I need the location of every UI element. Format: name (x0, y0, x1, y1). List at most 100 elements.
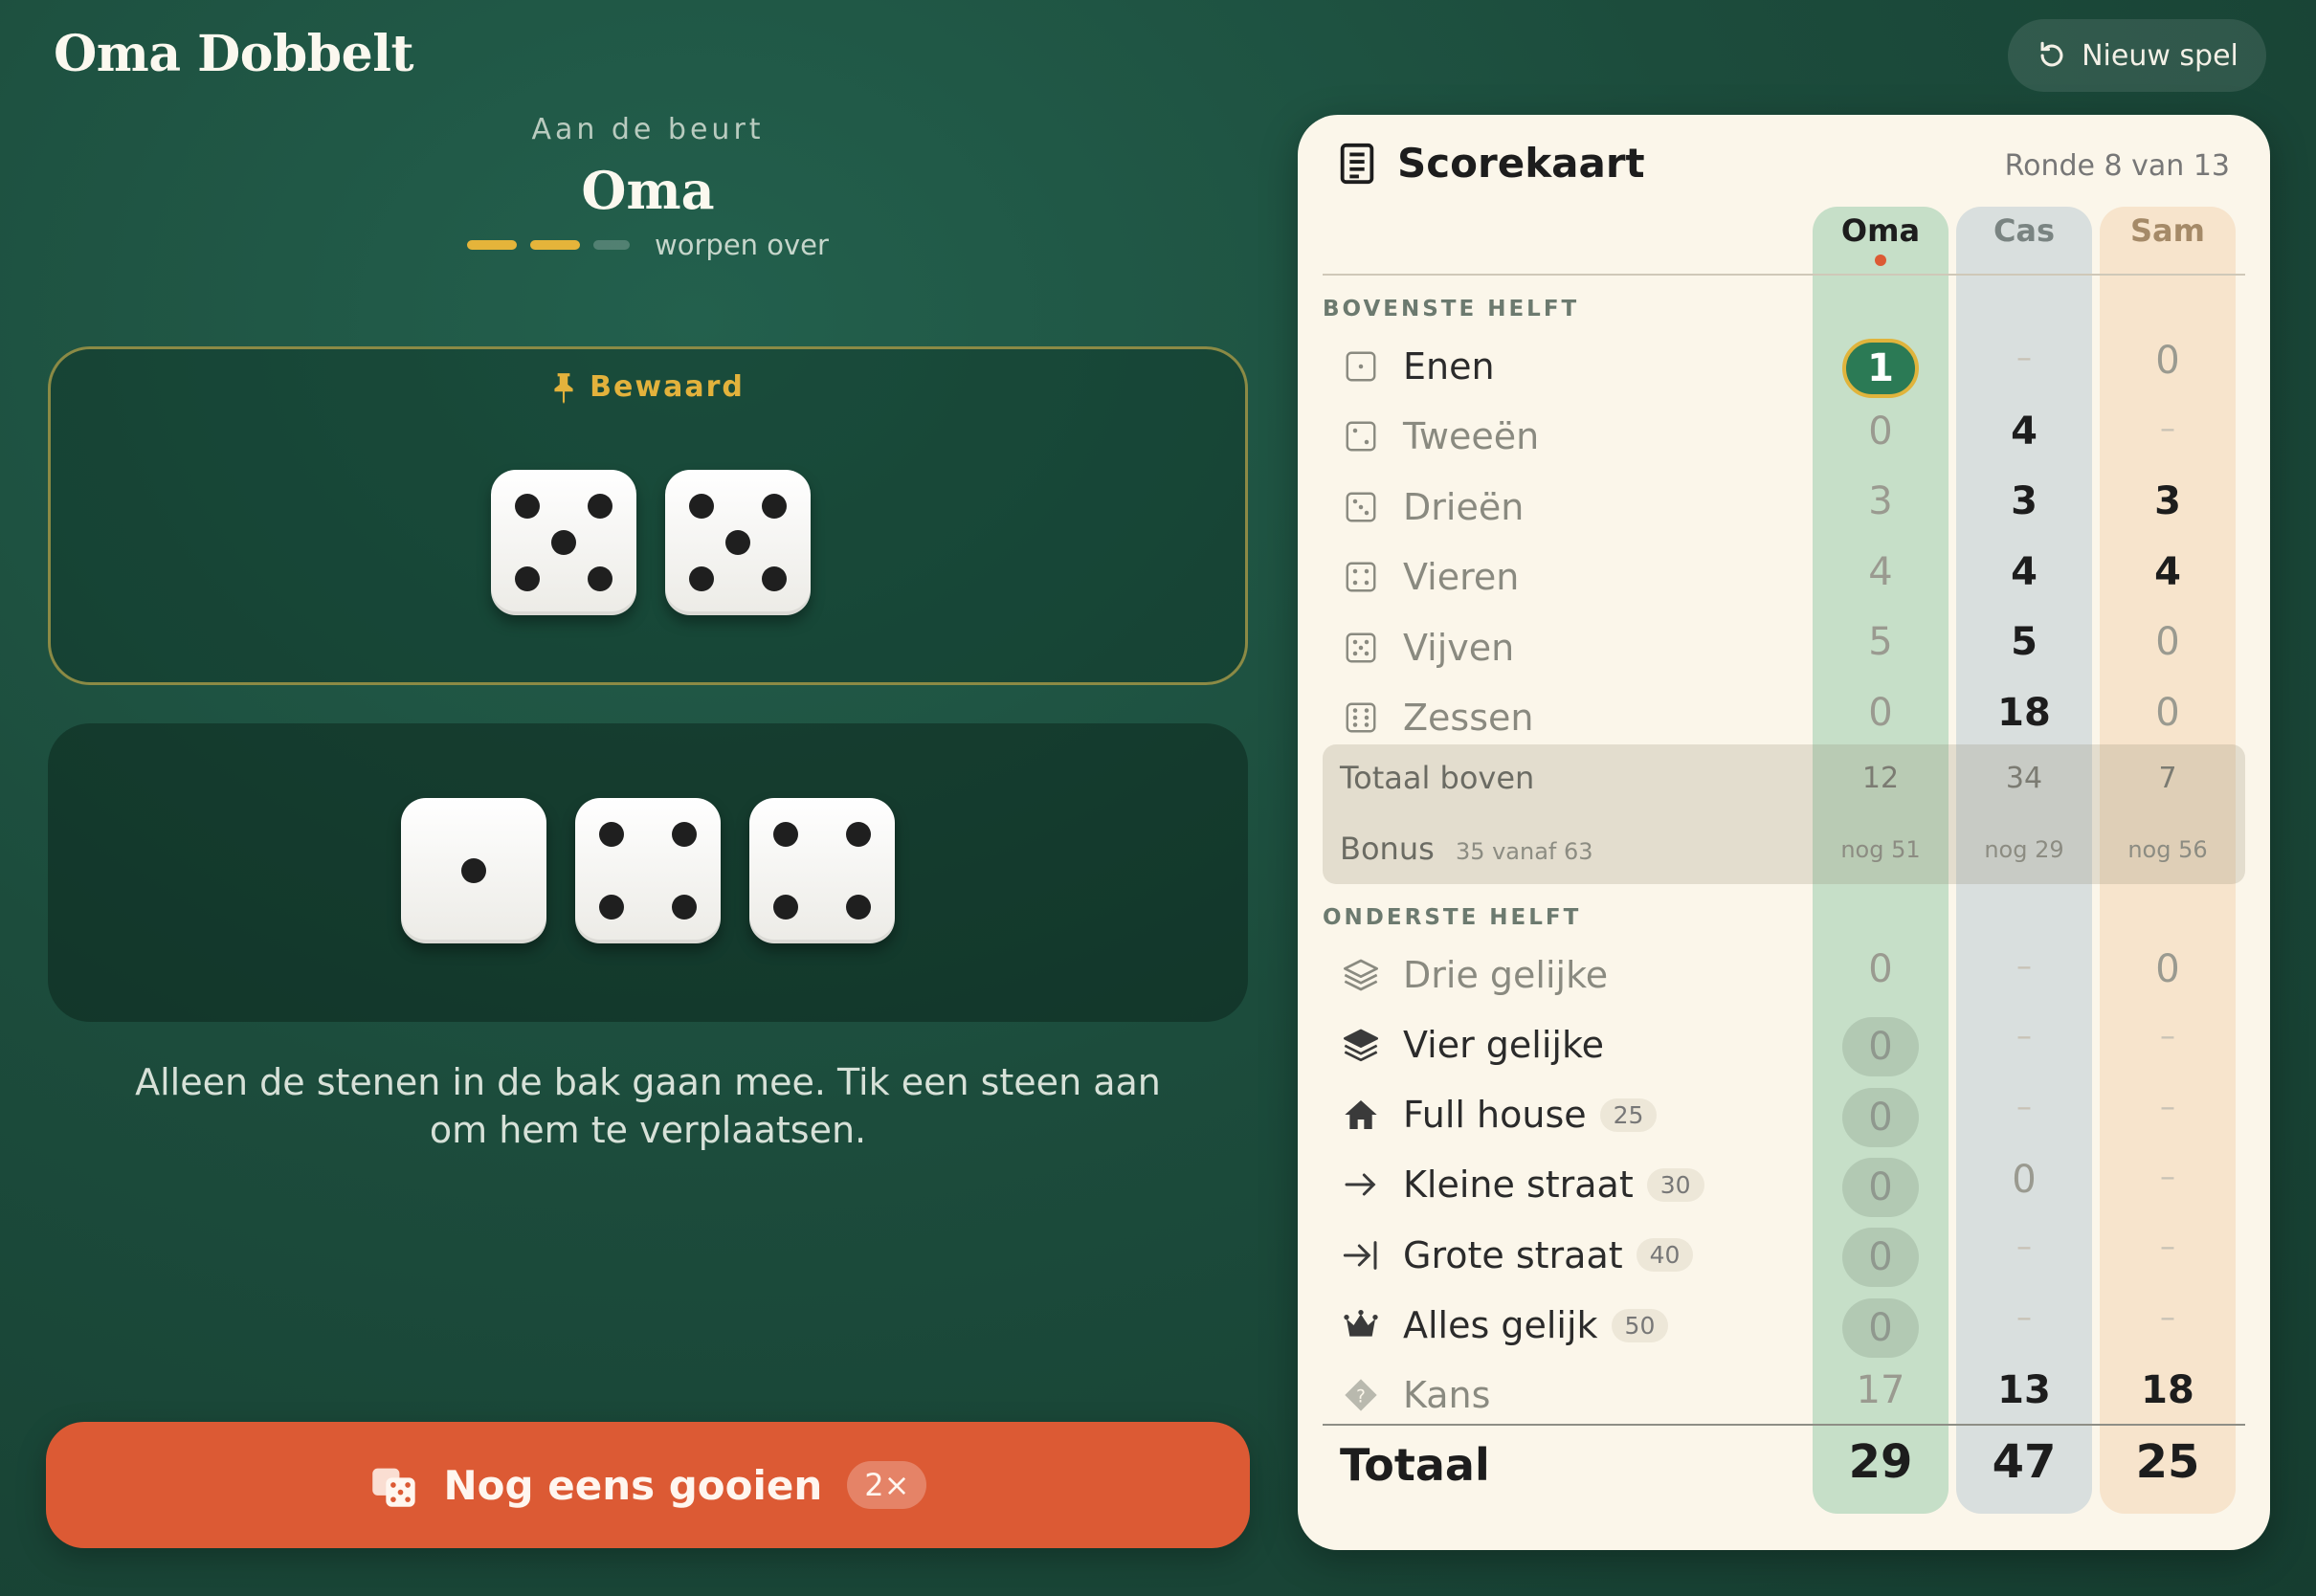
score-cell-oma[interactable]: 1 (1813, 339, 1949, 398)
score-cell-sam: – (2160, 409, 2175, 446)
points-badge: 30 (1646, 1167, 1704, 1202)
new-game-button[interactable]: Nieuw spel (2008, 19, 2266, 92)
category-name: Full house (1403, 1094, 1587, 1137)
die-three-icon (1340, 486, 1382, 528)
die-pip (672, 822, 697, 847)
score-cell-oma: 0 (1868, 947, 1893, 991)
score-cell-sam: – (2160, 1228, 2175, 1265)
score-cell-cas: 18 (1997, 690, 2051, 735)
player-header-cas: Cas (1993, 212, 2056, 249)
score-cell-cas: 4 (2011, 549, 2038, 594)
active-player-dot (1875, 255, 1886, 266)
score-cell-oma[interactable]: 0 (1813, 1087, 1949, 1147)
upper-total-oma: 12 (1861, 762, 1900, 795)
dice-icon (371, 1468, 415, 1507)
score-cell-sam: 0 (2155, 947, 2180, 991)
turn-indicator: Aan de beurt Oma worpen over (46, 113, 1250, 261)
score-cell-sam: 0 (2155, 339, 2180, 383)
score-cell-sam: – (2160, 1087, 2175, 1124)
die-pip (461, 858, 486, 883)
player-header-oma: Oma (1840, 212, 1921, 249)
die-pip (599, 895, 624, 920)
roll-label: Nog eens gooien (443, 1461, 823, 1509)
player-header-sam: Sam (2130, 212, 2205, 249)
score-cell-cas: – (2016, 1017, 2032, 1054)
score-cell-oma[interactable]: 0 (1813, 1297, 1949, 1358)
die-pip (762, 566, 787, 591)
held-dice-area[interactable]: Bewaard (48, 346, 1248, 685)
score-option[interactable]: 0 (1842, 1228, 1919, 1288)
score-option[interactable]: 0 (1842, 1017, 1919, 1077)
points-badge: 40 (1636, 1238, 1694, 1273)
scorecard-title: Scorekaart (1397, 140, 1645, 187)
dice-tray[interactable] (48, 723, 1248, 1022)
score-cell-oma: 5 (1868, 620, 1893, 664)
score-cell-cas: 0 (2012, 1157, 2037, 1202)
held-die[interactable] (491, 470, 636, 615)
turn-label: Aan de beurt (531, 113, 765, 146)
die-pip (762, 494, 787, 519)
scorecard: Scorekaart Ronde 8 van 13 Oma Cas Sam BO… (1298, 115, 2270, 1550)
lower-section-title: ONDERSTE HELFT (1323, 905, 1582, 930)
divider (1323, 274, 2245, 276)
die-two-icon (1340, 415, 1382, 457)
score-cell-sam: 3 (2154, 479, 2181, 523)
throw-used-marker (467, 240, 518, 250)
score-cell-oma: 17 (1856, 1367, 1905, 1412)
bonus-remaining-cas: nog 29 (1984, 836, 2064, 863)
category-name: Zessen (1403, 697, 1534, 739)
bonus-remaining-oma: nog 51 (1840, 836, 1921, 863)
roll-again-button[interactable]: Nog eens gooien 2× (46, 1422, 1250, 1548)
held-label: Bewaard (51, 370, 1245, 404)
score-cell-cas: 13 (1997, 1367, 2051, 1412)
category-name: Vieren (1403, 556, 1520, 598)
score-cell-oma[interactable]: 0 (1813, 1157, 1949, 1217)
upper-section-title: BOVENSTE HELFT (1323, 297, 1580, 321)
die-pip (588, 566, 612, 591)
score-cell-oma: 4 (1868, 549, 1893, 594)
question-diamond-icon: ? (1340, 1374, 1382, 1416)
score-cell-oma[interactable]: 0 (1813, 1017, 1949, 1077)
category-name: Drieën (1403, 485, 1525, 528)
score-cell-oma: 0 (1868, 690, 1893, 735)
restart-icon (2040, 41, 2063, 67)
bonus-label-wrap: Bonus 35 vanaf 63 (1340, 831, 1593, 867)
tray-die[interactable] (575, 798, 721, 943)
rolls-left-badge: 2× (847, 1461, 927, 1509)
hint-text: Alleen de stenen in de bak gaan mee. Tik… (135, 1061, 1161, 1151)
score-cell-cas: 5 (2011, 620, 2038, 664)
total-sam: 25 (2135, 1435, 2200, 1489)
layers-filled-icon (1340, 1024, 1382, 1066)
score-option-selected[interactable]: 1 (1842, 339, 1919, 398)
die-pip (515, 494, 540, 519)
tray-die[interactable] (401, 798, 546, 943)
score-cell-oma: 3 (1868, 479, 1893, 523)
total-label: Totaal (1340, 1439, 1490, 1491)
upper-total-sam: 7 (2158, 762, 2177, 795)
score-cell-oma[interactable]: 0 (1813, 1228, 1949, 1288)
die-pip (773, 895, 798, 920)
new-game-label: Nieuw spel (2082, 38, 2238, 73)
die-six-icon (1340, 697, 1382, 739)
die-five-icon (1340, 627, 1382, 669)
category-name: Enen (1403, 344, 1495, 388)
throws-left-text: worpen over (655, 229, 829, 261)
category-name: Vier gelijke (1403, 1023, 1605, 1066)
score-cell-oma: 0 (1868, 409, 1893, 454)
score-option[interactable]: 0 (1842, 1297, 1919, 1358)
score-option[interactable]: 0 (1842, 1087, 1919, 1147)
held-die[interactable] (665, 470, 811, 615)
die-pip (846, 895, 871, 920)
score-option[interactable]: 0 (1842, 1157, 1919, 1217)
total-cas: 47 (1992, 1435, 2057, 1489)
category-name: Kans (1403, 1374, 1491, 1417)
score-cell-sam: 0 (2155, 690, 2180, 735)
die-pip (515, 566, 540, 591)
bonus-note: 35 vanaf 63 (1455, 838, 1593, 865)
score-cell-sam: 4 (2154, 549, 2181, 594)
scorecard-header: Scorekaart (1338, 140, 1645, 187)
tray-die[interactable] (749, 798, 895, 943)
score-cell-sam: – (2160, 1297, 2175, 1335)
die-four-icon (1340, 556, 1382, 598)
crown-icon (1340, 1304, 1382, 1346)
